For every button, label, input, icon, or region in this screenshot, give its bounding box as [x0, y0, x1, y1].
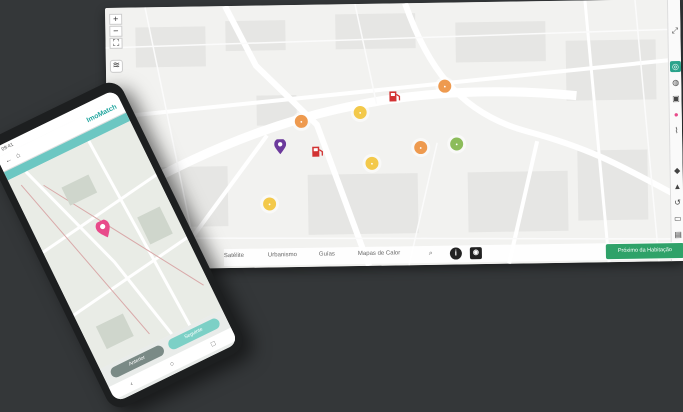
save-icon[interactable]: ▭: [673, 214, 682, 223]
tab-urbanism[interactable]: Urbanismo: [268, 252, 297, 258]
layers-icon[interactable]: ≋: [109, 59, 124, 73]
fuel-station-icon[interactable]: [311, 145, 323, 158]
camera-icon[interactable]: ◉: [469, 247, 482, 260]
chart-icon[interactable]: ⌇: [672, 126, 681, 135]
fullscreen-button[interactable]: ⛶: [109, 37, 123, 49]
bell-icon[interactable]: ◆: [673, 166, 682, 175]
tab-heatmaps[interactable]: Mapas de Calor: [358, 250, 400, 257]
desktop-map-window: + − ⛶ ≋ ● ● ● ● ● ● ● ⤢ ◎ ◍ ▣ ● ⌇ ◆ ▲ ↺ …: [105, 0, 683, 270]
proximity-button[interactable]: Próximo da Habitação: [605, 242, 683, 260]
property-location-icon[interactable]: [274, 139, 287, 155]
poi-marker[interactable]: ●: [450, 137, 464, 151]
home-icon[interactable]: ⌂: [15, 152, 22, 160]
trash-icon[interactable]: ▣: [671, 94, 680, 103]
map-base: [105, 0, 683, 270]
warning-icon[interactable]: ▲: [673, 182, 682, 191]
search-icon[interactable]: ⌕: [429, 250, 433, 258]
tab-guides[interactable]: Guías: [319, 251, 335, 257]
poi-marker[interactable]: ●: [414, 140, 428, 155]
tab-satellite[interactable]: Satélite: [224, 253, 244, 259]
poi-marker[interactable]: ●: [365, 156, 379, 170]
poi-marker[interactable]: ●: [438, 79, 452, 93]
target-icon[interactable]: ◎: [669, 60, 682, 73]
nav-back-icon[interactable]: ‹: [129, 380, 134, 387]
zoom-out-button[interactable]: −: [109, 25, 123, 37]
zoom-in-button[interactable]: +: [109, 13, 123, 25]
fuel-station-icon[interactable]: [388, 89, 401, 102]
pin-icon[interactable]: ●: [672, 110, 681, 119]
history-icon[interactable]: ↺: [673, 198, 682, 207]
info-icon[interactable]: i: [449, 247, 462, 260]
photo-stage: + − ⛶ ≋ ● ● ● ● ● ● ● ⤢ ◎ ◍ ▣ ● ⌇ ◆ ▲ ↺ …: [0, 0, 683, 412]
nav-home-icon[interactable]: ○: [169, 360, 176, 368]
print-icon[interactable]: ▤: [674, 230, 683, 239]
globe-icon[interactable]: ◍: [671, 78, 680, 87]
poi-marker[interactable]: ●: [294, 114, 308, 129]
back-icon[interactable]: ←: [4, 156, 13, 165]
poi-marker[interactable]: ●: [262, 197, 277, 211]
expand-icon[interactable]: ⤢: [670, 26, 679, 35]
poi-marker[interactable]: ●: [353, 105, 367, 120]
nav-recent-icon[interactable]: □: [210, 340, 217, 348]
